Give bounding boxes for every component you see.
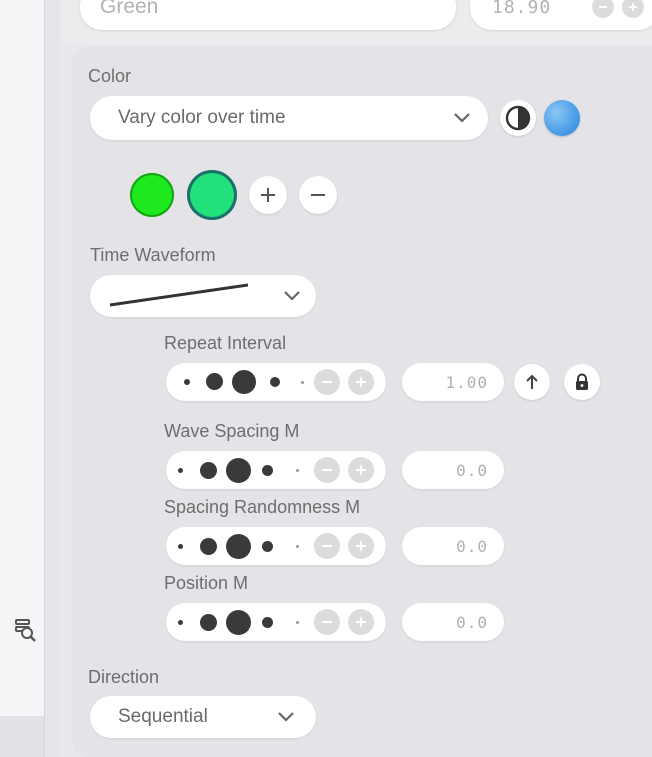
step-size-tiny[interactable]: [296, 621, 299, 624]
color-swatch-2-selected[interactable]: [187, 170, 237, 220]
step-size-large[interactable]: [232, 370, 256, 394]
plus-icon: [356, 465, 366, 475]
chevron-down-icon: [284, 291, 300, 301]
step-size-smallest[interactable]: [178, 620, 183, 625]
color-label: Color: [88, 66, 132, 86]
size-field[interactable]: 18.90: [470, 0, 652, 30]
step-size-medium[interactable]: [262, 541, 273, 552]
step-size-tiny[interactable]: [296, 545, 299, 548]
position-value[interactable]: 0.0: [402, 603, 504, 641]
direction-label: Direction: [88, 667, 160, 687]
direction-dropdown[interactable]: Sequential: [90, 696, 316, 738]
time-waveform-label: Time Waveform: [90, 245, 216, 265]
step-size-smallest[interactable]: [178, 468, 183, 473]
add-color-button[interactable]: [249, 176, 287, 214]
contrast-toggle-button[interactable]: [500, 100, 536, 136]
spacing-randomness-value[interactable]: 0.0: [402, 527, 504, 565]
layers-search-icon[interactable]: [10, 613, 42, 645]
step-size-small[interactable]: [200, 538, 217, 555]
minus-icon: [311, 194, 325, 196]
color-settings-card: [72, 46, 652, 757]
decrement-button[interactable]: [314, 533, 340, 559]
chevron-down-icon: [278, 712, 294, 722]
step-size-medium[interactable]: [262, 617, 273, 628]
position-stepper[interactable]: [166, 603, 386, 641]
color-mode-value: Vary color over time: [118, 107, 286, 128]
lock-button[interactable]: [564, 364, 600, 400]
plus-icon: [356, 617, 366, 627]
minus-icon: [322, 381, 332, 383]
minus-icon: [322, 545, 332, 547]
size-increment-button[interactable]: [622, 0, 644, 18]
step-size-smallest[interactable]: [178, 544, 183, 549]
color-preview-swatch[interactable]: [544, 100, 580, 136]
step-size-tiny[interactable]: [296, 469, 299, 472]
step-size-large[interactable]: [226, 458, 251, 483]
increment-button[interactable]: [348, 457, 374, 483]
step-size-medium[interactable]: [270, 377, 280, 387]
repeat-interval-value[interactable]: 1.00: [402, 363, 504, 401]
minus-icon: [322, 621, 332, 623]
step-size-small[interactable]: [206, 373, 223, 390]
lock-icon: [576, 373, 588, 390]
linear-waveform-icon: [109, 283, 248, 307]
position-label: Position M: [164, 573, 249, 593]
plus-icon: [261, 188, 275, 202]
left-panel-footer: [0, 716, 44, 757]
remove-color-button[interactable]: [299, 176, 337, 214]
repeat-interval-label: Repeat Interval: [164, 333, 287, 353]
step-size-large[interactable]: [226, 610, 251, 635]
plus-icon: [356, 541, 366, 551]
panel-divider[interactable]: [44, 0, 60, 757]
step-size-medium[interactable]: [262, 465, 273, 476]
wave-spacing-value[interactable]: 0.0: [402, 451, 504, 489]
arrow-up-icon: [526, 374, 538, 389]
size-field-value: 18.90: [492, 0, 552, 18]
minus-icon: [322, 469, 332, 471]
color-mode-dropdown[interactable]: Vary color over time: [90, 96, 488, 140]
plus-icon: [356, 377, 366, 387]
repeat-interval-stepper[interactable]: [166, 363, 386, 401]
name-field-value: Green: [100, 0, 159, 18]
name-field[interactable]: Green: [80, 0, 456, 30]
spacing-randomness-label: Spacing Randomness M: [164, 497, 361, 517]
increment-button[interactable]: [348, 609, 374, 635]
increment-button[interactable]: [348, 369, 374, 395]
step-size-small[interactable]: [200, 462, 217, 479]
spacing-randomness-stepper[interactable]: [166, 527, 386, 565]
plus-icon: [629, 3, 637, 11]
step-size-large[interactable]: [226, 534, 251, 559]
decrement-button[interactable]: [314, 609, 340, 635]
contrast-icon: [505, 105, 531, 131]
step-size-small[interactable]: [200, 614, 217, 631]
decrement-button[interactable]: [314, 457, 340, 483]
direction-value: Sequential: [118, 706, 208, 727]
move-up-button[interactable]: [514, 364, 550, 400]
size-decrement-button[interactable]: [592, 0, 614, 18]
increment-button[interactable]: [348, 533, 374, 559]
chevron-down-icon: [454, 113, 470, 123]
step-size-tiny[interactable]: [301, 381, 304, 384]
minus-icon: [599, 6, 607, 8]
color-swatch-1[interactable]: [130, 173, 174, 217]
wave-spacing-label: Wave Spacing M: [164, 421, 300, 441]
wave-spacing-stepper[interactable]: [166, 451, 386, 489]
decrement-button[interactable]: [314, 369, 340, 395]
waveform-dropdown[interactable]: [90, 275, 316, 317]
step-size-smallest[interactable]: [184, 379, 190, 385]
